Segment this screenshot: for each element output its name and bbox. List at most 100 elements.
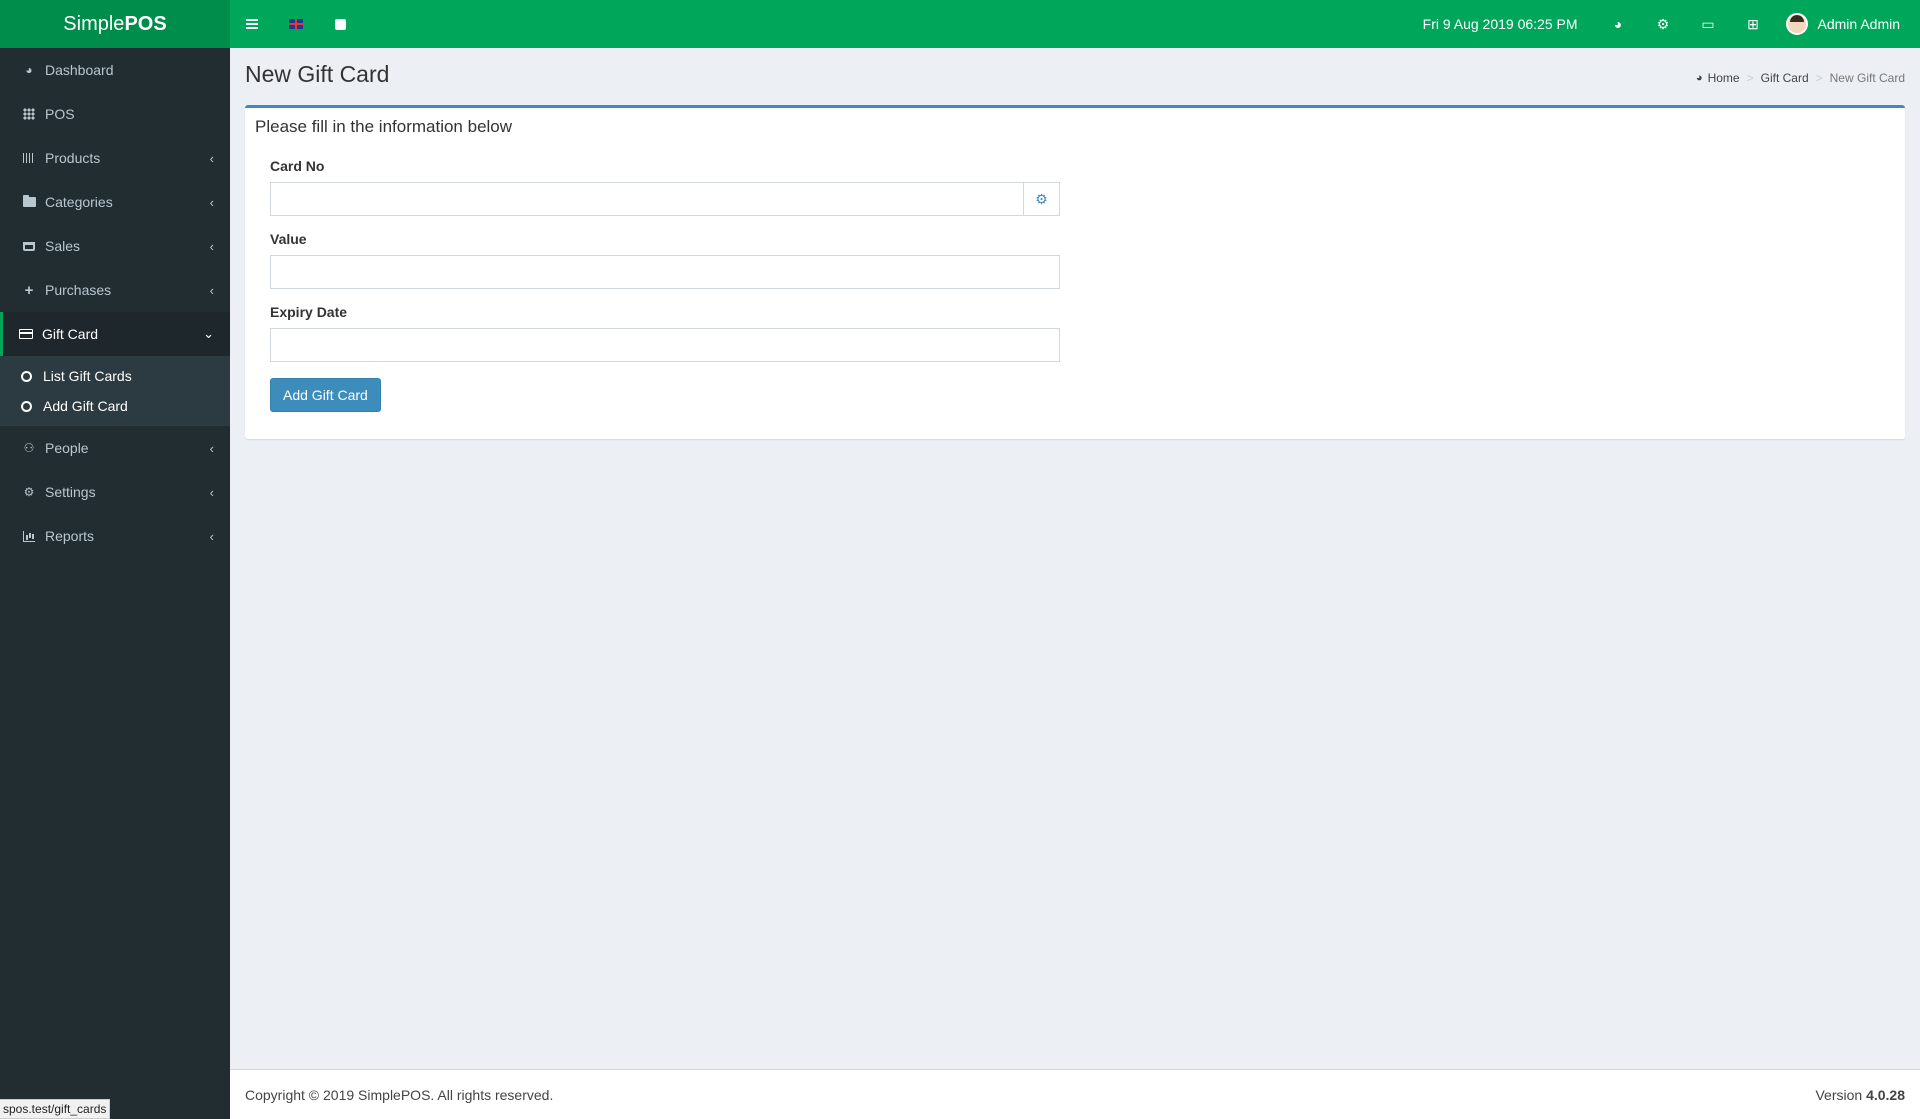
breadcrumb-current: New Gift Card — [1829, 71, 1905, 85]
status-bar-url: spos.test/gift_cards — [0, 1099, 111, 1119]
uk-flag-icon — [289, 19, 303, 29]
breadcrumb-gift-card-link[interactable]: Gift Card — [1761, 71, 1809, 85]
settings-shortcut-button[interactable]: ⚙ — [1641, 0, 1686, 48]
value-input[interactable] — [270, 255, 1060, 289]
card-no-input-group: ⚙ — [270, 182, 1060, 216]
expiry-date-group: Expiry Date — [270, 304, 1060, 362]
credit-card-icon — [19, 327, 33, 341]
sidebar-item-settings[interactable]: ⚙ Settings ‹ — [0, 470, 230, 514]
sidebar-item-dashboard[interactable]: ◕ Dashboard — [0, 48, 230, 92]
add-gift-card-button[interactable]: Add Gift Card — [270, 378, 381, 412]
main-content: New Gift Card ◕ Home > Gift Card > New G… — [230, 48, 1920, 1069]
content-header: New Gift Card ◕ Home > Gift Card > New G… — [230, 48, 1920, 105]
chevron-left-icon: ‹ — [209, 194, 214, 210]
breadcrumb-home-link[interactable]: Home — [1708, 71, 1740, 85]
sidebar-item-label: Gift Card — [42, 326, 99, 342]
desktop-icon: ▭ — [1701, 15, 1715, 32]
sidebar-item-reports[interactable]: Reports ‹ — [0, 514, 230, 558]
brand-logo[interactable]: Simple POS — [0, 0, 230, 48]
sidebar-item-label: Sales — [45, 238, 81, 254]
th-icon — [22, 107, 36, 121]
version-text: Version 4.0.28 — [1815, 1087, 1905, 1103]
users-icon: ⚇ — [23, 441, 35, 455]
form-box: Please fill in the information below Car… — [245, 105, 1905, 439]
square-icon — [334, 18, 346, 30]
sidebar-item-pos[interactable]: POS — [0, 92, 230, 136]
chevron-left-icon: ‹ — [209, 282, 214, 298]
sidebar-subitem-label: Add Gift Card — [43, 398, 128, 414]
box-title: Please fill in the information below — [255, 117, 513, 136]
sidebar-item-label: Settings — [45, 484, 96, 500]
navbar-left — [230, 0, 362, 48]
pos-shortcut-button[interactable]: ⊞ — [1731, 0, 1776, 48]
cogs-icon: ⚙ — [1656, 15, 1670, 32]
breadcrumb-separator: > — [1746, 71, 1754, 85]
copyright-text: Copyright © 2019 SimplePOS. All rights r… — [245, 1086, 554, 1103]
version-number: 4.0.28 — [1866, 1086, 1905, 1103]
sidebar-subitem-list-gift-cards[interactable]: List Gift Cards — [0, 361, 230, 391]
value-label: Value — [270, 231, 307, 247]
th-icon: ⊞ — [1747, 15, 1759, 32]
value-group: Value — [270, 231, 1060, 289]
dashboard-icon: ◕ — [1695, 72, 1703, 84]
brand-light: Simple — [63, 12, 125, 35]
chevron-left-icon: ‹ — [209, 484, 214, 500]
sidebar-item-label: Reports — [45, 528, 95, 544]
chevron-left-icon: ‹ — [209, 238, 214, 254]
sidebar-item-label: Products — [45, 150, 101, 166]
sidebar-item-categories[interactable]: Categories ‹ — [0, 180, 230, 224]
dashboard-shortcut-button[interactable]: ◕ — [1596, 0, 1641, 48]
sidebar-item-label: Dashboard — [45, 62, 114, 78]
sidebar-item-purchases[interactable]: + Purchases ‹ — [0, 268, 230, 312]
circle-icon — [21, 400, 32, 412]
navbar-right: Fri 9 Aug 2019 06:25 PM ◕ ⚙ ▭ ⊞ Admin Ad… — [1405, 0, 1920, 48]
breadcrumb-separator: > — [1815, 71, 1823, 85]
card-no-label: Card No — [270, 158, 325, 174]
sidebar-item-label: POS — [45, 106, 75, 122]
page-title: New Gift Card — [245, 61, 390, 87]
sidebar-toggle-button[interactable] — [230, 0, 274, 48]
chevron-left-icon: ‹ — [209, 528, 214, 544]
generate-card-no-button[interactable]: ⚙ — [1024, 182, 1060, 216]
folder-icon — [22, 195, 36, 209]
dashboard-icon: ◕ — [1613, 16, 1623, 32]
sidebar-item-people[interactable]: ⚇ People ‹ — [0, 426, 230, 470]
expiry-date-label: Expiry Date — [270, 304, 348, 320]
chevron-left-icon: ‹ — [209, 440, 214, 456]
dashboard-icon: ◕ — [25, 63, 33, 77]
cogs-icon: ⚙ — [1035, 190, 1048, 207]
sidebar-item-label: Categories — [45, 194, 113, 210]
language-button[interactable] — [274, 0, 318, 48]
header-datetime: Fri 9 Aug 2019 06:25 PM — [1422, 16, 1578, 32]
user-menu[interactable]: Admin Admin — [1776, 0, 1920, 48]
sidebar-item-sales[interactable]: Sales ‹ — [0, 224, 230, 268]
chevron-left-icon: ‹ — [209, 150, 214, 166]
chevron-down-icon: ⌄ — [203, 326, 214, 341]
cogs-icon: ⚙ — [23, 485, 35, 499]
sidebar-subitem-label: List Gift Cards — [43, 368, 132, 384]
card-no-input[interactable] — [270, 182, 1024, 216]
plus-icon: + — [24, 281, 34, 299]
cart-icon — [22, 239, 36, 253]
user-name: Admin Admin — [1817, 16, 1900, 32]
register-button[interactable] — [318, 0, 362, 48]
footer: Copyright © 2019 SimplePOS. All rights r… — [230, 1069, 1920, 1119]
version-label: Version — [1815, 1086, 1863, 1103]
sidebar-item-gift-card[interactable]: Gift Card ⌄ — [0, 312, 230, 356]
gift-card-submenu: List Gift Cards Add Gift Card — [0, 356, 230, 426]
top-navbar: Simple POS Fri 9 Aug 2019 06:25 PM ◕ ⚙ ▭ … — [0, 0, 1920, 48]
hamburger-icon — [246, 19, 258, 29]
brand-bold: POS — [124, 12, 167, 35]
expiry-date-input[interactable] — [270, 328, 1060, 362]
barcode-icon — [22, 151, 36, 165]
display-shortcut-button[interactable]: ▭ — [1686, 0, 1731, 48]
circle-icon — [21, 370, 32, 382]
card-no-group: Card No ⚙ — [270, 158, 1060, 216]
sidebar-subitem-add-gift-card[interactable]: Add Gift Card — [0, 391, 230, 421]
sidebar-item-label: Purchases — [45, 282, 112, 298]
gift-card-form: Card No ⚙ Value Expiry Date Add Gift Car… — [270, 158, 1060, 412]
sidebar-item-label: People — [45, 440, 89, 456]
avatar — [1785, 13, 1808, 35]
sidebar: ◕ Dashboard POS Products ‹ Categories ‹ … — [0, 48, 230, 1119]
sidebar-item-products[interactable]: Products ‹ — [0, 136, 230, 180]
